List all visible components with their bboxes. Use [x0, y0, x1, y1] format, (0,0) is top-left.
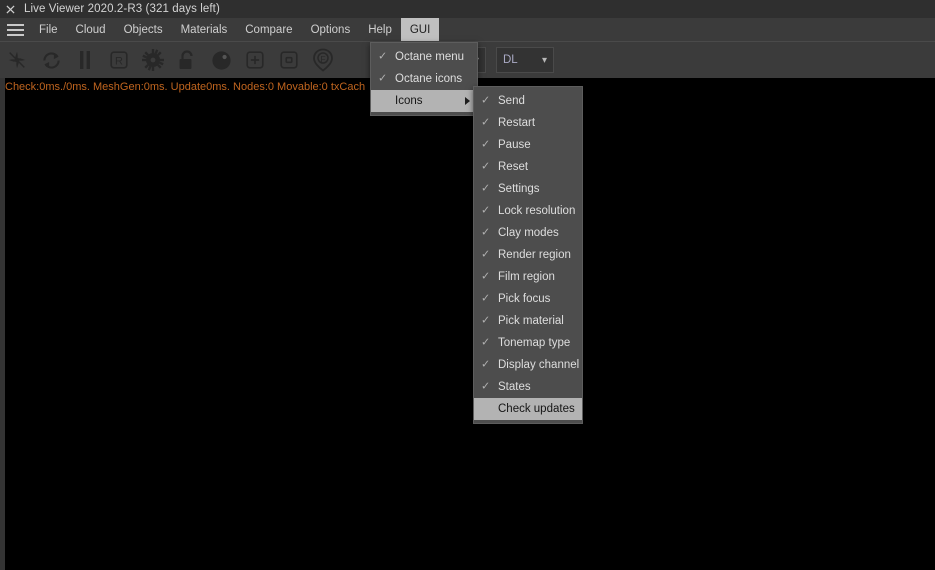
submenu-item-film-region[interactable]: ✓ Film region — [474, 266, 582, 288]
submenu-item-label: States — [498, 381, 531, 393]
menu-item-help[interactable]: Help — [359, 18, 401, 41]
menu-item-file[interactable]: File — [30, 18, 67, 41]
menu-option-label: Icons — [395, 95, 423, 107]
settings-gear-icon[interactable] — [136, 42, 170, 78]
check-icon: ✓ — [378, 50, 388, 63]
menu-option-icons[interactable]: Icons — [371, 90, 477, 112]
display-channel-dropdown[interactable]: DL ▾ — [496, 47, 554, 73]
status-text: Check:0ms./0ms. MeshGen:0ms. Update0ms. … — [5, 81, 366, 93]
close-icon[interactable] — [0, 0, 20, 18]
check-icon: ✓ — [481, 116, 491, 129]
svg-text:F: F — [320, 54, 325, 64]
submenu-item-label: Display channel — [498, 359, 580, 371]
window-title: Live Viewer 2020.2-R3 (321 days left) — [24, 3, 220, 15]
submenu-item-tonemap-type[interactable]: ✓ Tonemap type — [474, 332, 582, 354]
submenu-item-label: Reset — [498, 161, 529, 173]
menu-bar: File Cloud Objects Materials Compare Opt… — [0, 18, 935, 42]
submenu-item-pick-material[interactable]: ✓ Pick material — [474, 310, 582, 332]
film-region-icon[interactable] — [272, 42, 306, 78]
submenu-item-display-channel[interactable]: ✓ Display channel — [474, 354, 582, 376]
menu-item-objects[interactable]: Objects — [115, 18, 172, 41]
menu-item-materials[interactable]: Materials — [172, 18, 237, 41]
send-icon[interactable] — [0, 42, 34, 78]
check-icon: ✓ — [481, 336, 491, 349]
submenu-item-clay-modes[interactable]: ✓ Clay modes — [474, 222, 582, 244]
submenu-arrow-icon — [465, 97, 470, 105]
clay-modes-icon[interactable] — [204, 42, 238, 78]
pick-focus-icon[interactable]: F — [306, 42, 340, 78]
submenu-item-label: Pick material — [498, 315, 564, 327]
svg-text:R: R — [115, 56, 123, 68]
gui-dropdown-menu: ✓ Octane menu ✓ Octane icons Icons — [370, 42, 478, 116]
submenu-item-label: Render region — [498, 249, 571, 261]
menu-item-cloud[interactable]: Cloud — [67, 18, 115, 41]
menu-item-compare[interactable]: Compare — [236, 18, 301, 41]
check-icon: ✓ — [481, 138, 491, 151]
reset-r-icon[interactable]: R — [102, 42, 136, 78]
check-icon: ✓ — [378, 72, 388, 85]
submenu-item-label: Restart — [498, 117, 536, 129]
live-viewer-window: Live Viewer 2020.2-R3 (321 days left) Fi… — [0, 0, 935, 570]
check-icon: ✓ — [481, 226, 491, 239]
check-icon: ✓ — [481, 182, 491, 195]
pause-icon[interactable] — [68, 42, 102, 78]
check-icon: ✓ — [481, 248, 491, 261]
submenu-item-lock-resolution[interactable]: ✓ Lock resolution — [474, 200, 582, 222]
submenu-item-send[interactable]: ✓ Send — [474, 90, 582, 112]
hamburger-icon[interactable] — [0, 18, 30, 41]
display-channel-value: DL — [503, 54, 518, 66]
submenu-item-label: Film region — [498, 271, 555, 283]
icons-submenu: ✓ Send ✓ Restart ✓ Pause ✓ Reset ✓ Setti… — [473, 86, 583, 424]
lock-resolution-icon[interactable] — [170, 42, 204, 78]
check-icon: ✓ — [481, 160, 491, 173]
submenu-item-label: Pick focus — [498, 293, 551, 305]
submenu-item-label: Settings — [498, 183, 540, 195]
submenu-item-restart[interactable]: ✓ Restart — [474, 112, 582, 134]
submenu-item-label: Lock resolution — [498, 205, 576, 217]
submenu-item-pick-focus[interactable]: ✓ Pick focus — [474, 288, 582, 310]
menu-item-gui[interactable]: GUI — [400, 18, 440, 41]
check-icon: ✓ — [481, 94, 491, 107]
check-icon: ✓ — [481, 314, 491, 327]
render-region-icon[interactable] — [238, 42, 272, 78]
submenu-item-pause[interactable]: ✓ Pause — [474, 134, 582, 156]
submenu-item-reset[interactable]: ✓ Reset — [474, 156, 582, 178]
menu-option-octane-menu[interactable]: ✓ Octane menu — [371, 46, 477, 68]
submenu-item-label: Clay modes — [498, 227, 559, 239]
check-icon: ✓ — [481, 270, 491, 283]
submenu-item-label: Pause — [498, 139, 531, 151]
submenu-item-check-updates[interactable]: Check updates — [474, 398, 582, 420]
menu-option-label: Octane icons — [395, 73, 463, 85]
check-icon: ✓ — [481, 358, 491, 371]
menu-item-options[interactable]: Options — [302, 18, 360, 41]
submenu-item-render-region[interactable]: ✓ Render region — [474, 244, 582, 266]
check-icon: ✓ — [481, 292, 491, 305]
restart-icon[interactable] — [34, 42, 68, 78]
title-bar: Live Viewer 2020.2-R3 (321 days left) — [0, 0, 935, 18]
submenu-item-settings[interactable]: ✓ Settings — [474, 178, 582, 200]
submenu-item-label: Send — [498, 95, 525, 107]
submenu-item-label: Check updates — [498, 403, 575, 415]
render-viewport[interactable] — [0, 78, 935, 570]
chevron-down-icon: ▾ — [541, 54, 547, 66]
submenu-item-label: Tonemap type — [498, 337, 571, 349]
menu-option-octane-icons[interactable]: ✓ Octane icons — [371, 68, 477, 90]
check-icon: ✓ — [481, 204, 491, 217]
check-icon: ✓ — [481, 380, 491, 393]
submenu-item-states[interactable]: ✓ States — [474, 376, 582, 398]
menu-option-label: Octane menu — [395, 51, 465, 63]
